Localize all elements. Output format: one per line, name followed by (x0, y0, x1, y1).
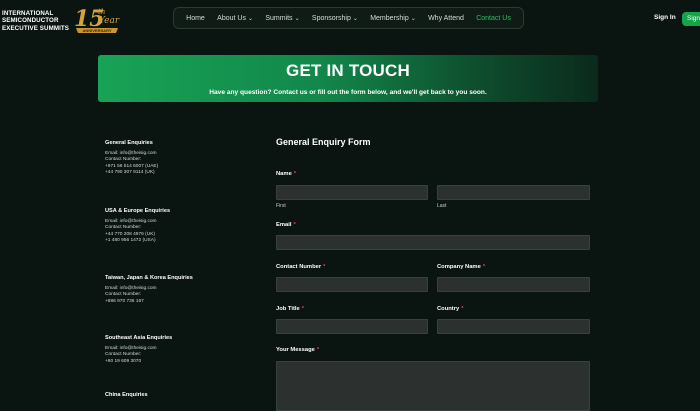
chevron-down-icon: ⌄ (294, 15, 300, 22)
chevron-down-icon: ⌄ (410, 15, 416, 22)
nav-item-contact-us[interactable]: Contact Us (476, 15, 511, 22)
contact-number-label-text: Contact Number (276, 264, 322, 270)
job-title-label-text: Job Title (276, 306, 300, 312)
contact-heading: China Enquiries (105, 392, 148, 398)
company-name-input[interactable] (437, 277, 590, 292)
banner-title: GET IN TOUCH (286, 61, 410, 80)
svg-text:ANNIVERSARY: ANNIVERSARY (83, 28, 112, 33)
contact-heading: Taiwan, Japan & Korea Enquiries (105, 275, 193, 281)
required-mark: * (316, 347, 320, 353)
required-mark: * (301, 306, 304, 312)
message-label: Your Message * (276, 347, 319, 353)
chevron-down-icon: ⌄ (352, 15, 358, 22)
country-label-text: Country (437, 306, 460, 312)
contact-line: +44 790 307 9114 (UK) (105, 169, 155, 175)
contact-block: Southeast Asia Enquiries Email: info@thei… (105, 335, 265, 365)
logo-line: INTERNATIONAL (2, 10, 54, 17)
contact-block: Taiwan, Japan & Korea Enquiries Email: in… (105, 275, 265, 305)
contact-heading: USA & Europe Enquiries (105, 208, 171, 214)
company-name-label: Company Name * (437, 264, 485, 270)
site-logo[interactable]: INTERNATIONAL SEMICONDUCTOR EXECUTIVE SU… (2, 4, 137, 34)
banner-subtitle: Have any question? Contact us or fill ou… (209, 89, 487, 96)
first-name-input[interactable] (276, 185, 428, 200)
message-label-text: Your Message (276, 347, 315, 353)
nav-item-label: About Us (217, 14, 246, 22)
nav-item-summits[interactable]: Summits ⌄ (265, 15, 299, 22)
sign-up-button[interactable]: Sign (682, 12, 700, 26)
nav-item-label: Summits (265, 14, 293, 22)
svg-text:th: th (98, 8, 105, 16)
email-label-text: Email (276, 222, 292, 228)
contact-line: +60 19 609 3070 (105, 358, 142, 364)
logo-line: SEMICONDUCTOR (2, 17, 59, 25)
company-name-label-text: Company Name (437, 264, 481, 270)
required-mark: * (461, 306, 464, 312)
nav-item-home[interactable]: Home (186, 15, 205, 22)
name-label: Name * (276, 171, 296, 177)
message-textarea[interactable] (276, 361, 590, 411)
form-title: General Enquiry Form (276, 137, 371, 147)
required-mark: * (323, 264, 326, 270)
sign-in-link[interactable]: Sign In (654, 14, 676, 21)
contact-line: +1 480 956 1472 (USA) (105, 237, 156, 243)
contact-heading: Southeast Asia Enquiries (105, 335, 173, 341)
contact-number-input[interactable] (276, 277, 428, 292)
contact-line: +886 970 736 167 (105, 298, 144, 304)
nav-item-label: Contact Us (476, 14, 511, 22)
nav-item-membership[interactable]: Membership ⌄ (370, 15, 416, 22)
main-nav: Home About Us ⌄ Summits ⌄ Sponsorship ⌄ Members… (173, 7, 524, 29)
anniversary-badge-icon: 15 th Year ANNIVERSARY (74, 6, 120, 33)
nav-item-about-us[interactable]: About Us ⌄ (217, 15, 253, 22)
nav-item-sponsorship[interactable]: Sponsorship ⌄ (312, 15, 358, 22)
contact-block: USA & Europe Enquiries Email: info@theisi… (105, 208, 265, 244)
contact-block: China Enquiries (105, 392, 265, 403)
nav-item-why-attend[interactable]: Why Attend (428, 15, 464, 22)
required-mark: * (293, 222, 296, 228)
svg-text:Year: Year (99, 16, 120, 26)
name-label-text: Name (276, 171, 292, 177)
logo-line: EXECUTIVE SUMMITS (2, 24, 70, 32)
required-mark: * (293, 171, 297, 177)
country-label: Country * (437, 306, 464, 312)
first-name-sublabel: First (276, 203, 286, 209)
job-title-label: Job Title * (276, 306, 304, 312)
nav-item-label: Why Attend (428, 14, 464, 22)
email-label: Email * (276, 222, 296, 228)
get-in-touch-banner: GET IN TOUCH Have any question? Contact … (98, 55, 598, 102)
last-name-sublabel: Last (437, 203, 447, 209)
chevron-down-icon: ⌄ (247, 15, 253, 22)
logo-wordmark: INTERNATIONAL SEMICONDUCTOR EXECUTIVE SU… (2, 10, 69, 32)
nav-item-label: Membership (370, 14, 409, 22)
contact-block: General Enquiries Email: info@theisig.com… (105, 140, 265, 176)
contact-number-label: Contact Number * (276, 264, 325, 270)
job-title-input[interactable] (276, 319, 428, 334)
country-input[interactable] (437, 319, 590, 334)
required-mark: * (482, 264, 486, 270)
email-input[interactable] (276, 235, 590, 250)
last-name-input[interactable] (437, 185, 590, 200)
nav-item-label: Home (186, 14, 205, 22)
nav-item-label: Sponsorship (311, 14, 351, 22)
contact-heading: General Enquiries (105, 140, 153, 146)
